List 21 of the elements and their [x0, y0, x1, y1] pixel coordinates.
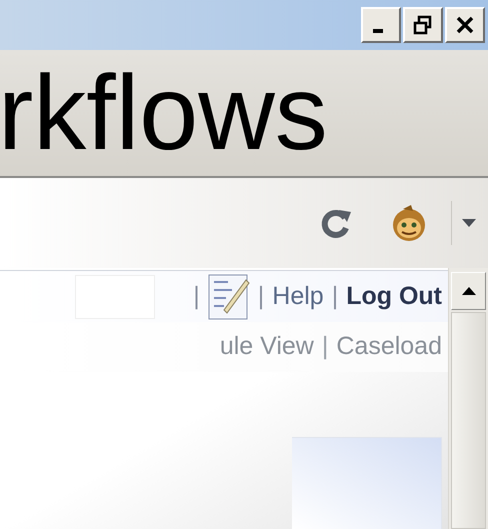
- minimize-button[interactable]: [361, 7, 401, 43]
- scroll-up-button[interactable]: [451, 272, 486, 310]
- nav-link[interactable]: Caseload: [336, 328, 442, 366]
- separator: |: [332, 280, 338, 312]
- nav-link[interactable]: ule View: [220, 328, 314, 366]
- close-icon: [455, 15, 475, 35]
- header-link[interactable]: Log Out: [346, 278, 442, 316]
- separator: |: [258, 280, 264, 312]
- scroll-thumb[interactable]: [451, 312, 486, 529]
- up-triangle-icon: [462, 287, 476, 295]
- minimize-icon: [373, 29, 383, 33]
- scrollbar[interactable]: [448, 268, 488, 529]
- restore-button[interactable]: [403, 7, 443, 43]
- restore-icon: [413, 15, 433, 35]
- dropdown-caret-icon[interactable]: [462, 219, 476, 227]
- header-link[interactable]: Help: [272, 278, 324, 316]
- notepad-pencil-icon[interactable]: [208, 274, 250, 320]
- separator: |: [193, 280, 200, 312]
- page-heading: rkflows: [0, 60, 328, 174]
- close-button[interactable]: [445, 7, 485, 43]
- separator: |: [322, 331, 328, 362]
